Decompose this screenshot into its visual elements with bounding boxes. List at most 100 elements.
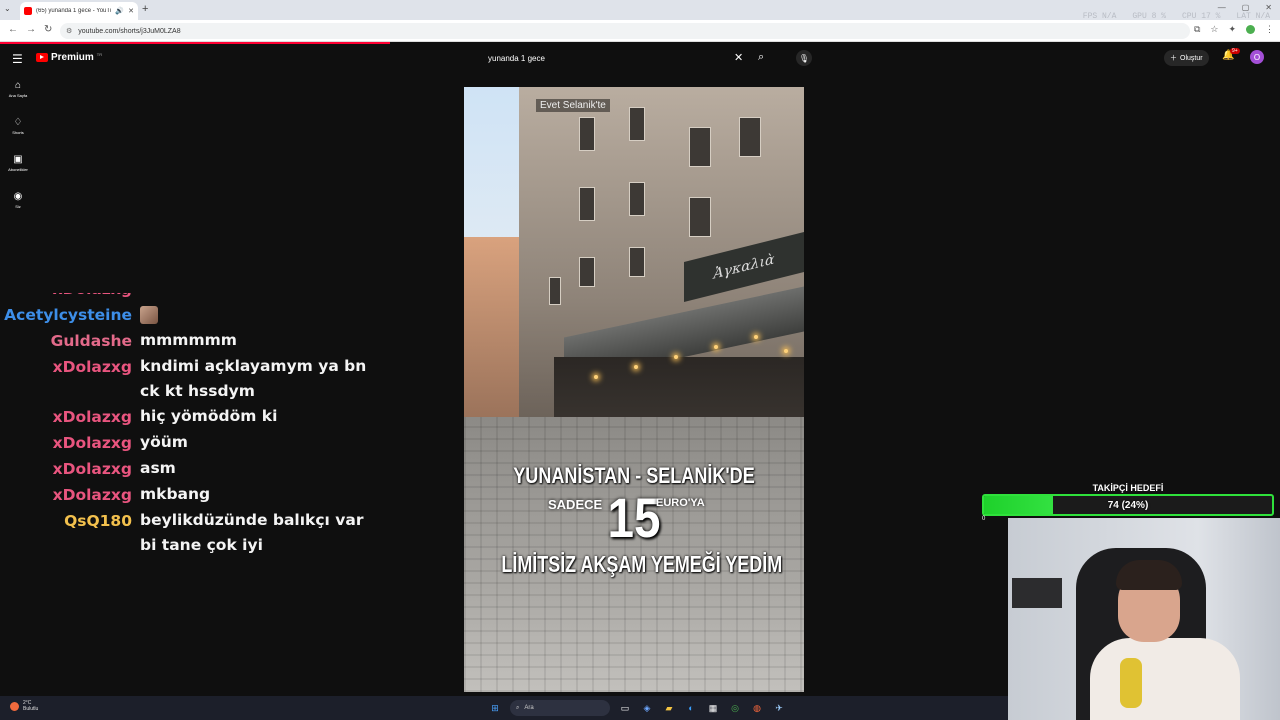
chat-message: xDolazxg kndimi açklayamym ya bn ck kt h… (0, 354, 370, 404)
cast-icon[interactable]: ⧉ (1194, 24, 1200, 35)
sidebar-item-label: Shorts (12, 130, 24, 135)
windows-start-icon[interactable]: ⊞ (488, 701, 502, 715)
chat-message: xDolazxg mkbang (0, 482, 370, 508)
browser-tab[interactable]: (65) yunanda 1 gece - YouTube 🔊 ✕ (20, 2, 138, 20)
hamburger-menu-icon[interactable]: ☰ (12, 52, 23, 66)
chrome-icon[interactable]: ◎ (728, 701, 742, 715)
follower-goal-min: 0 (982, 516, 986, 522)
logo-country: TR (96, 52, 103, 57)
webcam-person-body (1090, 638, 1240, 720)
chat-username: Acetylcysteine (4, 306, 132, 324)
store-icon[interactable]: ▦ (706, 701, 720, 715)
chat-username: QsQ180 (64, 512, 132, 530)
url-text: youtube.com/shorts/j3JuM0LZA8 (78, 27, 181, 35)
app-icon[interactable]: ◍ (750, 701, 764, 715)
chat-username: xDolazxg (52, 408, 132, 426)
chat-text: mkbang (140, 485, 211, 503)
chat-text: kndimi açklayamym ya bn ck kt hssdym (140, 357, 367, 400)
weather-desc: Bulutlu (23, 706, 39, 712)
sidebar-item-home[interactable]: ⌂ Ana Sayfa (0, 80, 36, 98)
follower-goal-bar: 74 (24%) (982, 494, 1274, 516)
plus-icon: ＋ (1170, 55, 1177, 62)
chat-username: xDolazxg (52, 486, 132, 504)
create-label: Oluştur (1180, 54, 1203, 62)
chat-message: Guldashe mmmmmm (0, 328, 370, 354)
new-tab-button[interactable]: + (142, 3, 148, 15)
speaker-icon[interactable]: 🔊 (115, 7, 124, 15)
site-info-icon[interactable]: ⚙ (66, 27, 72, 35)
minimize-button[interactable]: — (1218, 3, 1226, 12)
tab-title: (65) yunanda 1 gece - YouTube (36, 8, 111, 14)
search-icon: ⌕ (516, 704, 520, 711)
menu-dots-icon[interactable]: ⋮ (1265, 24, 1274, 35)
sidebar-item-subscriptions[interactable]: ▣ Abonelikler (0, 154, 36, 172)
you-icon: ◉ (13, 191, 23, 202)
omnibox[interactable]: ⚙ youtube.com/shorts/j3JuM0LZA8 (60, 23, 1190, 39)
string-light (674, 355, 678, 359)
webcam-feed (1008, 518, 1280, 720)
taskbar-search[interactable]: ⌕ Ara (510, 700, 610, 716)
search-icon[interactable]: ⌕ (758, 51, 764, 64)
task-view-icon[interactable]: ▭ (618, 701, 632, 715)
chat-username: xDolazxg (52, 358, 132, 376)
chat-username: xDolazxg (52, 434, 132, 452)
shorts-video-player[interactable]: Ἀγκαλιὰ Evet Selanik'te YUNANİSTAN - SEL… (464, 87, 804, 692)
tab-close-icon[interactable]: ✕ (128, 7, 134, 15)
string-light (784, 349, 788, 353)
reload-icon[interactable]: ↻ (44, 24, 52, 35)
create-button[interactable]: ＋ Oluştur (1164, 50, 1209, 66)
string-light (754, 335, 758, 339)
steam-icon[interactable]: ✈ (772, 701, 786, 715)
webcam-printer (1012, 578, 1062, 608)
maximize-button[interactable]: ▢ (1242, 3, 1250, 12)
toolbar-right: ⧉ ☆ ✦ ⋮ (1194, 24, 1274, 35)
weather-widget[interactable]: 2°C Bulutlu (10, 700, 38, 712)
webcam-person-hair (1116, 560, 1182, 590)
youtube-logo[interactable]: Premium TR (36, 52, 102, 63)
chat-text: hiç yömödöm ki (140, 407, 278, 425)
close-window-button[interactable]: ✕ (1265, 3, 1272, 12)
chat-message: xDolazxg hiç yömödöm ki (0, 404, 370, 430)
chat-username: xDolazxg (0, 293, 140, 302)
video-caption-top: Evet Selanik'te (536, 99, 610, 112)
extensions-icon[interactable]: ✦ (1228, 24, 1236, 35)
chat-text: asm (140, 459, 176, 477)
clear-search-icon[interactable]: ✕ (734, 51, 743, 64)
sidebar-item-label: Siz (15, 204, 21, 209)
chat-text: mmmmmm (140, 331, 237, 349)
shorts-icon: ♢ (13, 117, 23, 128)
notification-badge: 9+ (1230, 48, 1240, 54)
file-explorer-icon[interactable]: ▰ (662, 701, 676, 715)
chat-text: yöüm (140, 433, 188, 451)
sidebar-item-label: Abonelikler (8, 167, 28, 172)
sidebar-item-you[interactable]: ◉ Siz (0, 191, 36, 209)
back-icon[interactable]: ← (8, 24, 18, 35)
avatar[interactable]: O (1250, 50, 1264, 64)
chat-username: Guldashe (50, 332, 132, 350)
window-controls: — ▢ ✕ (1218, 3, 1272, 12)
sidebar-item-shorts[interactable]: ♢ Shorts (0, 117, 36, 135)
youtube-play-icon (36, 53, 48, 62)
video-overlay-line3: LİMİTSİZ AKŞAM YEMEĞİ YEDİM (501, 551, 783, 577)
edge-icon[interactable]: ◐ (684, 701, 698, 715)
microphone-icon[interactable]: 🎙 (796, 50, 812, 66)
address-bar-row: ← → ↻ ⚙ youtube.com/shorts/j3JuM0LZA8 ⧉ … (0, 20, 1280, 42)
chat-message: Acetylcysteine (0, 302, 370, 328)
logo-text: Premium (51, 52, 94, 63)
youtube-favicon-icon (24, 7, 32, 15)
chat-message: xDolazxg asm (0, 456, 370, 482)
forward-icon[interactable]: → (26, 24, 36, 35)
youtube-header: ☰ Premium TR ✕ ⌕ (0, 44, 1280, 72)
profile-icon[interactable] (1246, 25, 1255, 34)
taskbar-icons: ⊞ ⌕ Ara ▭ ◈ ▰ ◐ ▦ ◎ ◍ ✈ (488, 700, 786, 716)
weather-info: 2°C Bulutlu (23, 700, 38, 712)
search-box: ✕ ⌕ (480, 48, 780, 68)
stream-chat-overlay: xDolazxg baban Acetylcysteine Guldashe m… (0, 293, 370, 583)
string-light (714, 345, 718, 349)
string-light (594, 375, 598, 379)
bookmark-star-icon[interactable]: ☆ (1210, 24, 1218, 35)
copilot-icon[interactable]: ◈ (640, 701, 654, 715)
string-light (634, 365, 638, 369)
chat-username: xDolazxg (52, 460, 132, 478)
tab-search-icon[interactable]: ⌄ (4, 4, 11, 13)
